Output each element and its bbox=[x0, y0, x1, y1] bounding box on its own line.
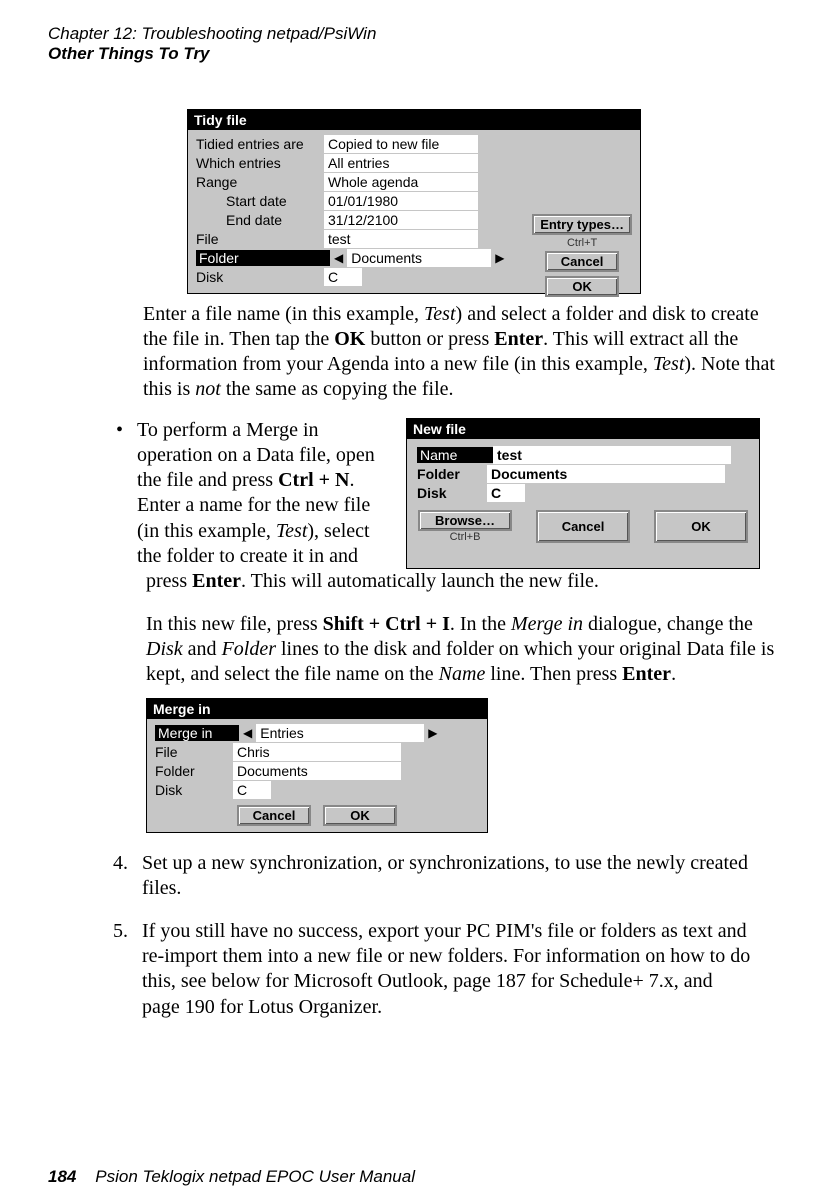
newfile-field-folder[interactable]: Documents bbox=[487, 465, 725, 483]
header-chapter: Chapter 12: Troubleshooting netpad/PsiWi… bbox=[48, 24, 780, 44]
newfile-label-name: Name bbox=[417, 447, 493, 463]
tidy-file-dialog: Tidy file Tidied entries areCopied to ne… bbox=[187, 109, 641, 294]
merge-right-arrow-icon[interactable]: ▶ bbox=[424, 726, 441, 740]
page-footer: 184 Psion Teklogix netpad EPOC User Manu… bbox=[48, 1167, 415, 1187]
step-5: 5. If you still have no success, export … bbox=[98, 919, 780, 1020]
browse-shortcut: Ctrl+B bbox=[450, 531, 481, 543]
merge-field-mergein[interactable]: Entries bbox=[256, 724, 424, 742]
bullet-continuation: press Enter. This will automatically lau… bbox=[146, 569, 780, 594]
tidy-label-folder: Folder bbox=[196, 250, 330, 266]
tidy-field-file[interactable]: test bbox=[324, 230, 478, 248]
merge-titlebar: Merge in bbox=[147, 699, 487, 719]
tidy-field-start[interactable]: 01/01/1980 bbox=[324, 192, 478, 210]
newfile-field-name[interactable]: test bbox=[493, 446, 731, 464]
right-arrow-icon[interactable]: ▶ bbox=[491, 251, 508, 265]
tidy-label-which: Which entries bbox=[196, 155, 324, 171]
left-arrow-icon[interactable]: ◀ bbox=[330, 251, 347, 265]
new-file-dialog: New file Nametest FolderDocuments DiskC … bbox=[406, 418, 760, 569]
newfile-titlebar: New file bbox=[407, 419, 759, 439]
tidy-label-tidied: Tidied entries are bbox=[196, 136, 324, 152]
tidy-field-tidied[interactable]: Copied to new file bbox=[324, 135, 478, 153]
bullet-marker: • bbox=[116, 418, 123, 569]
tidy-titlebar: Tidy file bbox=[188, 110, 640, 130]
tidy-cancel-button[interactable]: Cancel bbox=[545, 251, 619, 272]
browse-button[interactable]: Browse… bbox=[418, 510, 512, 531]
tidy-label-start: Start date bbox=[226, 193, 324, 209]
tidy-field-range[interactable]: Whole agenda bbox=[324, 173, 478, 191]
tidy-label-range: Range bbox=[196, 174, 324, 190]
step-4: 4. Set up a new synchronization, or sync… bbox=[98, 851, 780, 901]
merge-field-folder[interactable]: Documents bbox=[233, 762, 401, 780]
newfile-label-disk: Disk bbox=[417, 485, 487, 501]
merge-label-disk: Disk bbox=[155, 782, 233, 798]
merge-label-mergein: Merge in bbox=[155, 725, 239, 741]
entry-types-shortcut: Ctrl+T bbox=[567, 237, 597, 249]
bullet-text: To perform a Merge in operation on a Dat… bbox=[137, 418, 392, 569]
newfile-label-folder: Folder bbox=[417, 466, 487, 482]
merge-left-arrow-icon[interactable]: ◀ bbox=[239, 726, 256, 740]
paragraph-enter-file: Enter a file name (in this example, Test… bbox=[143, 302, 780, 402]
merge-ok-button[interactable]: OK bbox=[323, 805, 397, 826]
tidy-field-disk[interactable]: C bbox=[324, 268, 362, 286]
newfile-ok-button[interactable]: OK bbox=[654, 510, 748, 543]
tidy-field-end[interactable]: 31/12/2100 bbox=[324, 211, 478, 229]
newfile-field-disk[interactable]: C bbox=[487, 484, 525, 502]
merge-cancel-button[interactable]: Cancel bbox=[237, 805, 311, 826]
merge-field-file[interactable]: Chris bbox=[233, 743, 401, 761]
merge-field-disk[interactable]: C bbox=[233, 781, 271, 799]
newfile-cancel-button[interactable]: Cancel bbox=[536, 510, 630, 543]
tidy-label-disk: Disk bbox=[196, 269, 324, 285]
tidy-field-which[interactable]: All entries bbox=[324, 154, 478, 172]
tidy-label-end: End date bbox=[226, 212, 324, 228]
paragraph-merge-in: In this new file, press Shift + Ctrl + I… bbox=[146, 612, 780, 688]
entry-types-button[interactable]: Entry types… bbox=[532, 214, 632, 235]
header-section: Other Things To Try bbox=[48, 44, 780, 64]
tidy-ok-button[interactable]: OK bbox=[545, 276, 619, 297]
merge-label-file: File bbox=[155, 744, 233, 760]
tidy-label-file: File bbox=[196, 231, 324, 247]
tidy-field-folder[interactable]: Documents bbox=[347, 249, 491, 267]
merge-in-dialog: Merge in Merge in ◀ Entries ▶ FileChris … bbox=[146, 698, 488, 833]
merge-label-folder: Folder bbox=[155, 763, 233, 779]
